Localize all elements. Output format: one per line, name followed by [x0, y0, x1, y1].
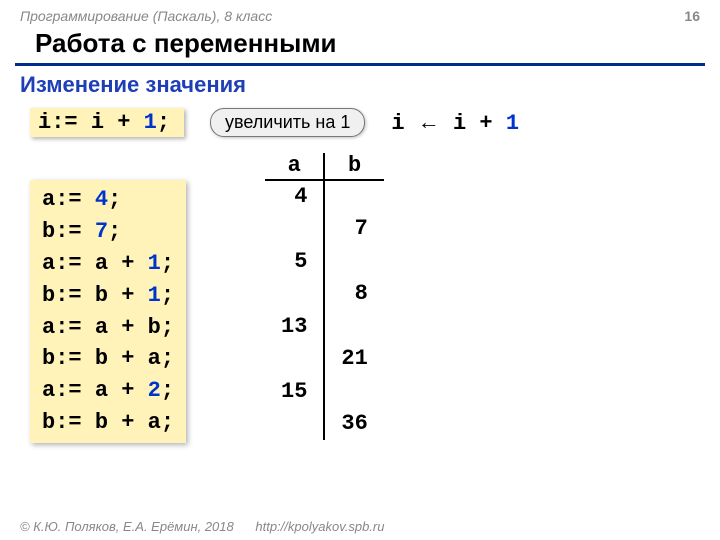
- trace-header-b: b: [324, 153, 383, 180]
- trace-cell-a: [265, 213, 324, 246]
- trace-cell-a: [265, 408, 324, 441]
- page-number: 16: [684, 8, 700, 24]
- trace-row: 5: [265, 245, 384, 278]
- trace-cell-b: 7: [324, 213, 383, 246]
- breadcrumb: Программирование (Паскаль), 8 класс 16: [0, 0, 720, 26]
- trace-cell-b: 36: [324, 408, 383, 441]
- trace-header-row: a b: [265, 153, 384, 180]
- trace-cell-b: [324, 310, 383, 343]
- trace-cell-a: 13: [265, 310, 324, 343]
- slide-title: Работа с переменными: [15, 26, 705, 66]
- trace-row: 36: [265, 408, 384, 441]
- slide-subtitle: Изменение значения: [0, 66, 720, 108]
- trace-cell-a: [265, 278, 324, 311]
- code-block: a:= 4; b:= 7; a:= a + 1; b:= b + 1; a:= …: [30, 180, 186, 443]
- trace-cell-b: 8: [324, 278, 383, 311]
- trace-header-a: a: [265, 153, 324, 180]
- trace-cell-b: [324, 180, 383, 213]
- trace-table: a b 475813211536: [265, 153, 384, 440]
- trace-row: 4: [265, 180, 384, 213]
- trace-cell-a: [265, 343, 324, 376]
- trace-cell-b: [324, 375, 383, 408]
- callout-increment: увеличить на 1: [210, 108, 365, 137]
- trace-cell-a: 5: [265, 245, 324, 278]
- footer-copyright: © К.Ю. Поляков, Е.А. Ерёмин, 2018: [20, 519, 234, 534]
- trace-row: 21: [265, 343, 384, 376]
- trace-row: 13: [265, 310, 384, 343]
- code-increment-pascal: i:= i + 1;: [30, 108, 184, 137]
- example-row: i:= i + 1; увеличить на 1 i ← i + 1: [30, 108, 690, 137]
- footer-url: http://kpolyakov.spb.ru: [255, 519, 384, 534]
- code-increment-pseudo: i ← i + 1: [391, 109, 519, 136]
- trace-cell-a: 15: [265, 375, 324, 408]
- trace-row: 15: [265, 375, 384, 408]
- trace-row: 7: [265, 213, 384, 246]
- footer: © К.Ю. Поляков, Е.А. Ерёмин, 2018 http:/…: [20, 519, 384, 534]
- trace-cell-a: 4: [265, 180, 324, 213]
- trace-row: 8: [265, 278, 384, 311]
- breadcrumb-text: Программирование (Паскаль), 8 класс: [20, 8, 272, 24]
- trace-cell-b: [324, 245, 383, 278]
- trace-cell-b: 21: [324, 343, 383, 376]
